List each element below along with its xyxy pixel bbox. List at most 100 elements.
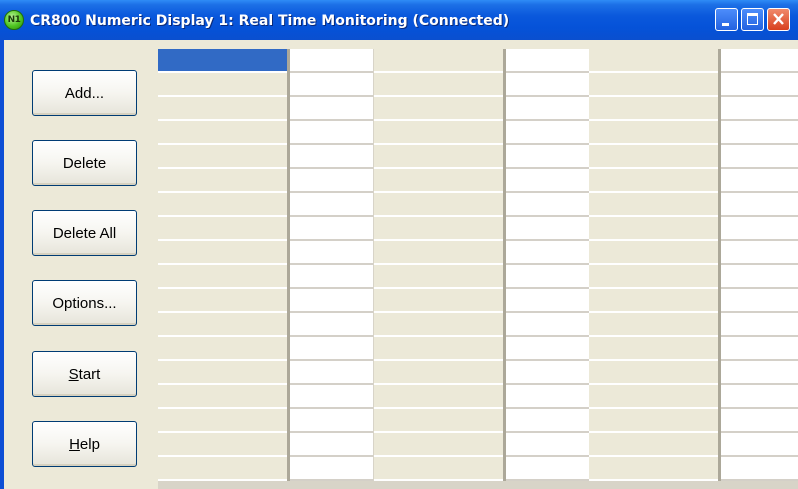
grid-row[interactable] bbox=[158, 385, 798, 409]
grid-value-cell[interactable] bbox=[506, 289, 589, 313]
help-button[interactable]: Help bbox=[32, 421, 137, 467]
grid-value-cell[interactable] bbox=[506, 73, 589, 97]
grid-value-cell[interactable] bbox=[290, 217, 373, 241]
grid-label-cell[interactable] bbox=[158, 265, 287, 289]
grid-row[interactable] bbox=[158, 241, 798, 265]
grid-row[interactable] bbox=[158, 313, 798, 337]
delete-all-button[interactable]: Delete All bbox=[32, 210, 137, 256]
grid-value-cell[interactable] bbox=[290, 361, 373, 385]
grid-label-cell[interactable] bbox=[158, 73, 287, 97]
grid-value-cell[interactable] bbox=[721, 97, 798, 121]
grid-label-cell[interactable] bbox=[158, 121, 287, 145]
start-button[interactable]: Start bbox=[32, 351, 137, 397]
grid-value-cell[interactable] bbox=[290, 193, 373, 217]
grid-value-cell[interactable] bbox=[721, 49, 798, 73]
grid-label-cell[interactable] bbox=[374, 121, 503, 145]
grid-value-cell[interactable] bbox=[506, 169, 589, 193]
grid-label-cell[interactable] bbox=[374, 217, 503, 241]
minimize-button[interactable] bbox=[715, 8, 738, 31]
grid-value-cell[interactable] bbox=[290, 97, 373, 121]
grid-label-cell[interactable] bbox=[158, 145, 287, 169]
grid-label-cell[interactable] bbox=[374, 361, 503, 385]
grid-label-cell[interactable] bbox=[374, 433, 503, 457]
grid-label-cell[interactable] bbox=[374, 313, 503, 337]
grid-label-cell[interactable] bbox=[374, 385, 503, 409]
delete-button[interactable]: Delete bbox=[32, 140, 137, 186]
grid-value-cell[interactable] bbox=[506, 433, 589, 457]
grid-label-cell[interactable] bbox=[374, 145, 503, 169]
grid-value-cell[interactable] bbox=[721, 217, 798, 241]
grid-value-cell[interactable] bbox=[290, 289, 373, 313]
app-icon[interactable]: N1 bbox=[4, 10, 24, 30]
grid-value-cell[interactable] bbox=[721, 169, 798, 193]
grid-label-cell[interactable] bbox=[374, 193, 503, 217]
grid-value-cell[interactable] bbox=[721, 337, 798, 361]
grid-label-cell[interactable] bbox=[589, 145, 718, 169]
grid-value-cell[interactable] bbox=[721, 145, 798, 169]
grid-label-cell[interactable] bbox=[374, 73, 503, 97]
grid-value-cell[interactable] bbox=[290, 49, 373, 73]
grid-value-cell[interactable] bbox=[290, 337, 373, 361]
grid-label-cell[interactable] bbox=[589, 457, 718, 481]
grid-label-cell[interactable] bbox=[158, 433, 287, 457]
grid-value-cell[interactable] bbox=[290, 265, 373, 289]
close-button[interactable] bbox=[767, 8, 790, 31]
grid-value-cell[interactable] bbox=[506, 313, 589, 337]
grid-value-cell[interactable] bbox=[506, 217, 589, 241]
grid-row[interactable] bbox=[158, 289, 798, 313]
grid-label-cell[interactable] bbox=[589, 121, 718, 145]
grid-value-cell[interactable] bbox=[721, 241, 798, 265]
grid-label-cell[interactable] bbox=[589, 49, 718, 73]
grid-label-cell[interactable] bbox=[158, 97, 287, 121]
grid-value-cell[interactable] bbox=[506, 121, 589, 145]
grid-label-cell[interactable] bbox=[374, 409, 503, 433]
grid-label-cell[interactable] bbox=[158, 457, 287, 481]
grid-label-cell[interactable] bbox=[589, 73, 718, 97]
grid-value-cell[interactable] bbox=[721, 409, 798, 433]
grid-value-cell[interactable] bbox=[506, 145, 589, 169]
grid-value-cell[interactable] bbox=[721, 193, 798, 217]
value-grid[interactable] bbox=[158, 49, 798, 489]
grid-label-cell[interactable] bbox=[158, 49, 287, 73]
grid-value-cell[interactable] bbox=[721, 289, 798, 313]
maximize-button[interactable] bbox=[741, 8, 764, 31]
grid-label-cell[interactable] bbox=[158, 337, 287, 361]
grid-value-cell[interactable] bbox=[506, 97, 589, 121]
grid-value-cell[interactable] bbox=[506, 241, 589, 265]
grid-value-cell[interactable] bbox=[506, 457, 589, 481]
grid-label-cell[interactable] bbox=[589, 193, 718, 217]
grid-label-cell[interactable] bbox=[374, 337, 503, 361]
grid-value-cell[interactable] bbox=[290, 313, 373, 337]
grid-value-cell[interactable] bbox=[290, 385, 373, 409]
grid-value-cell[interactable] bbox=[290, 241, 373, 265]
grid-row[interactable] bbox=[158, 49, 798, 73]
grid-row[interactable] bbox=[158, 193, 798, 217]
grid-value-cell[interactable] bbox=[290, 457, 373, 481]
grid-value-cell[interactable] bbox=[721, 361, 798, 385]
grid-value-cell[interactable] bbox=[290, 409, 373, 433]
grid-label-cell[interactable] bbox=[158, 193, 287, 217]
grid-label-cell[interactable] bbox=[589, 361, 718, 385]
grid-label-cell[interactable] bbox=[158, 217, 287, 241]
grid-value-cell[interactable] bbox=[721, 385, 798, 409]
grid-value-cell[interactable] bbox=[290, 433, 373, 457]
grid-row[interactable] bbox=[158, 337, 798, 361]
grid-label-cell[interactable] bbox=[589, 409, 718, 433]
grid-row[interactable] bbox=[158, 409, 798, 433]
grid-value-cell[interactable] bbox=[506, 193, 589, 217]
grid-label-cell[interactable] bbox=[589, 289, 718, 313]
grid-label-cell[interactable] bbox=[158, 289, 287, 313]
grid-row[interactable] bbox=[158, 145, 798, 169]
grid-label-cell[interactable] bbox=[589, 265, 718, 289]
grid-row[interactable] bbox=[158, 217, 798, 241]
grid-label-cell[interactable] bbox=[589, 241, 718, 265]
grid-label-cell[interactable] bbox=[589, 313, 718, 337]
grid-label-cell[interactable] bbox=[158, 385, 287, 409]
grid-value-cell[interactable] bbox=[721, 121, 798, 145]
grid-label-cell[interactable] bbox=[158, 409, 287, 433]
grid-value-cell[interactable] bbox=[290, 169, 373, 193]
add-button[interactable]: Add... bbox=[32, 70, 137, 116]
grid-value-cell[interactable] bbox=[506, 337, 589, 361]
grid-row[interactable] bbox=[158, 457, 798, 481]
grid-label-cell[interactable] bbox=[158, 361, 287, 385]
